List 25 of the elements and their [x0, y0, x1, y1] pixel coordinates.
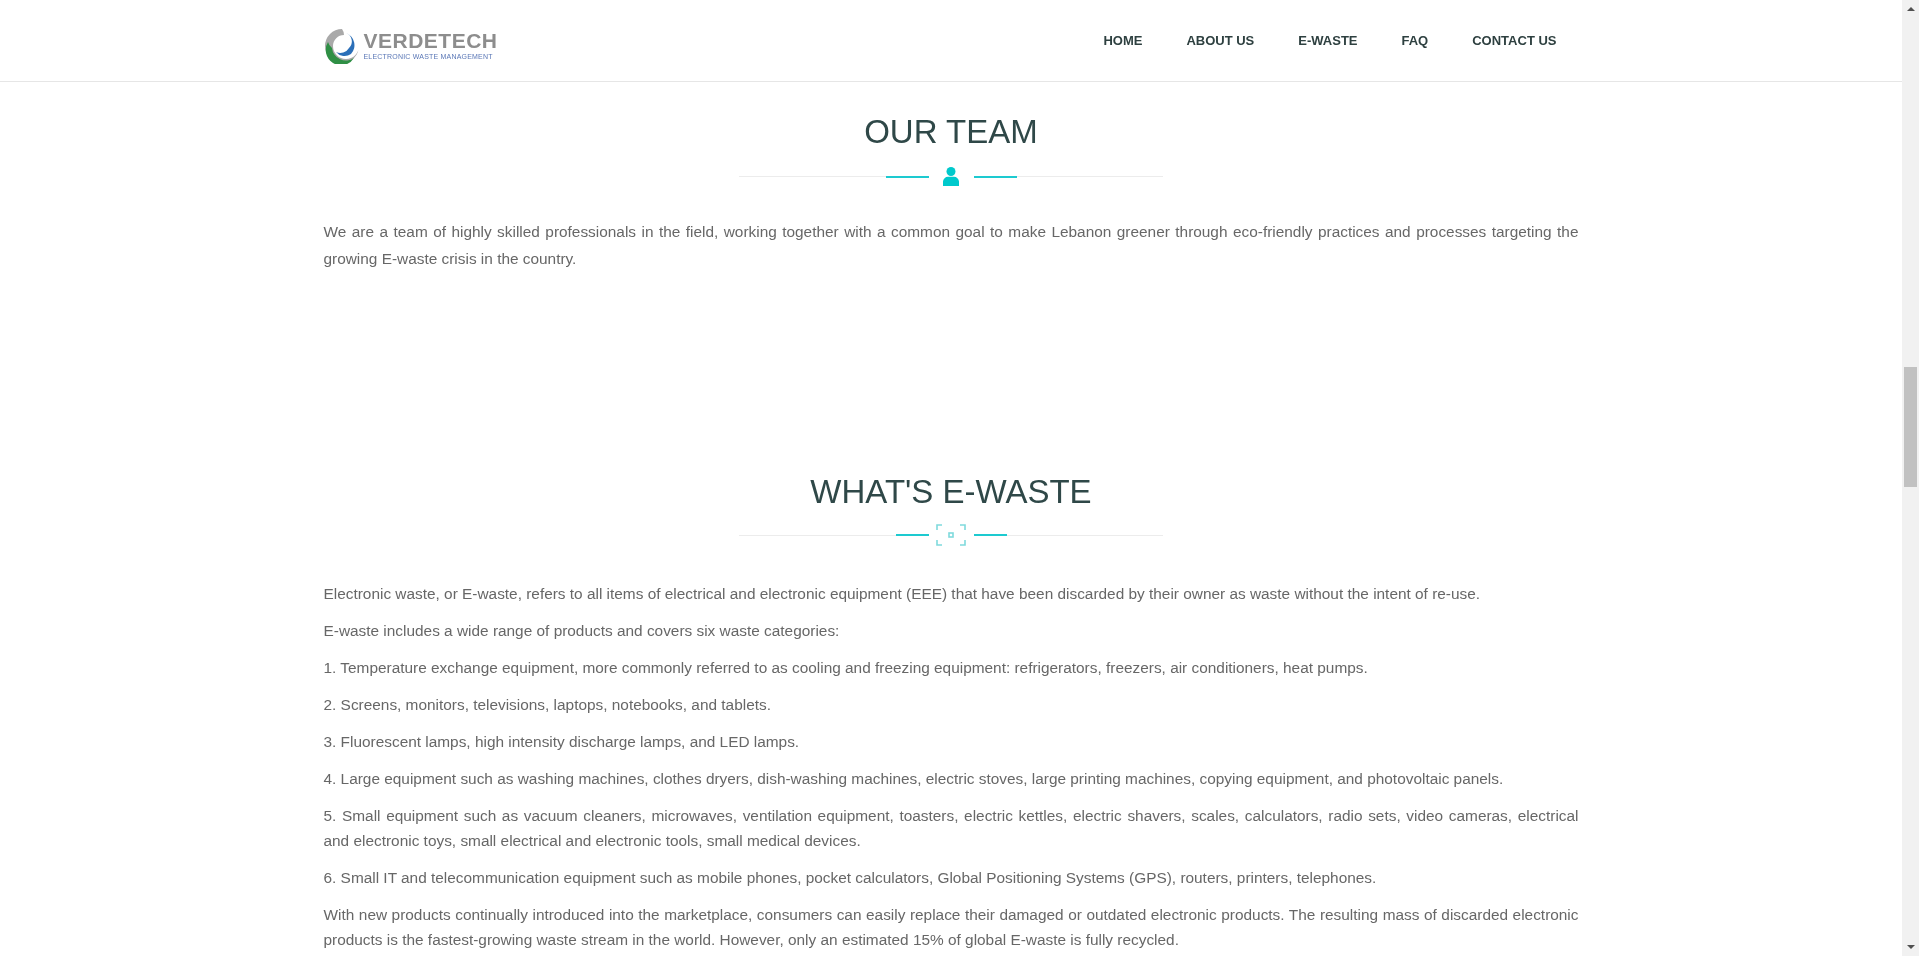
nav-link[interactable]: CONTACT US — [1450, 30, 1579, 51]
nav-link[interactable]: FAQ — [1379, 30, 1451, 51]
scroll-up-arrow-icon[interactable] — [1906, 7, 1915, 11]
scrollbar-track[interactable] — [1902, 0, 1919, 956]
body-paragraph: Electronic waste, or E-waste, refers to all items of electrical and electronic equipment (EEE) that have been discarded by their owner as waste without the intent of re-use. — [323, 584, 1482, 604]
nav-link[interactable]: E-WASTE — [1276, 30, 1380, 51]
nav-link[interactable]: HOME — [1081, 30, 1165, 51]
body-paragraph: E-waste includes a wide range of products and covers six waste categories: — [323, 621, 841, 641]
body-paragraph: We are a team of highly skilled professionals in the field, working together with a common goal to make Lebanon greener through eco-friendly practices and processes targeting the growing E-waste crisis in the country. — [323, 222, 1579, 269]
person-icon — [943, 167, 959, 186]
body-paragraph: 2. Screens, monitors, televisions, laptops, notebooks, and tablets. — [323, 695, 772, 715]
nav-link[interactable]: ABOUT US — [1164, 30, 1277, 51]
scroll-down-arrow-icon[interactable] — [1906, 945, 1915, 949]
body-paragraph: 5. Small equipment such as vacuum cleaners, microwaves, ventilation equipment, toasters, electric kettles, electric shavers, scales, calculators, radio sets, video cameras, electrical and electronic toys, small electrical and electronic tools, small medical devices. — [323, 806, 1579, 851]
logo-wordmark: VERDETECH — [363, 30, 498, 52]
section-title: OUR TEAM — [863, 112, 1039, 152]
body-paragraph: With new products continually introduced into the marketplace, consumers can easily replace their damaged or outdated electronic products. The resulting mass of discarded electronic products is the fastest-growing waste stream in the world. However, only an estimated 15% of global E-waste is fully recycled. — [323, 905, 1579, 950]
body-paragraph: 1. Temperature exchange equipment, more commonly referred to as cooling and freezing equipment: refrigerators, freezers, air conditioners, heat pumps. — [323, 658, 1369, 678]
section-title: WHAT'S E-WASTE — [809, 472, 1093, 512]
swirl-logo-icon — [323, 27, 360, 64]
body-paragraph: 3. Fluorescent lamps, high intensity discharge lamps, and LED lamps. — [323, 732, 801, 752]
body-paragraph: 6. Small IT and telecommunication equipment such as mobile phones, pocket calculators, Global Positioning Systems (GPS), routers, printers, telephones. — [323, 868, 1378, 888]
scrollbar-thumb[interactable] — [1904, 367, 1917, 487]
focus-frame-icon — [936, 524, 966, 546]
body-paragraph: 4. Large equipment such as washing machines, clothes dryers, dish-washing machines, electric stoves, large printing machines, copying equipment, and photovoltaic panels. — [323, 769, 1505, 789]
